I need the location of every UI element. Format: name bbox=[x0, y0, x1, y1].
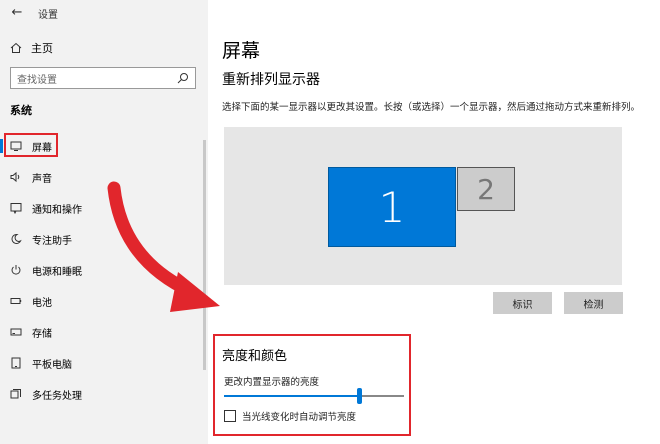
back-arrow-icon[interactable]: ← bbox=[8, 4, 26, 22]
sidebar-item-focus-assist[interactable]: 专注助手 bbox=[0, 228, 206, 250]
sidebar-item-sound[interactable]: 声音 bbox=[0, 166, 206, 188]
sidebar-item-label: 存储 bbox=[32, 328, 52, 340]
sidebar-item-multitasking[interactable]: 多任务处理 bbox=[0, 383, 206, 405]
search-icon[interactable] bbox=[176, 71, 190, 85]
monitor-1[interactable]: 1 bbox=[328, 167, 456, 247]
sidebar-item-label: 声音 bbox=[32, 173, 52, 185]
search-input[interactable] bbox=[11, 70, 171, 91]
identify-button[interactable]: 标识 bbox=[493, 292, 552, 314]
sidebar-item-battery[interactable]: 电池 bbox=[0, 290, 206, 312]
battery-icon bbox=[9, 294, 23, 308]
brightness-slider-thumb[interactable] bbox=[357, 388, 362, 404]
sidebar-item-label: 电池 bbox=[32, 297, 52, 309]
arrange-title: 重新排列显示器 bbox=[222, 72, 320, 88]
sidebar-item-tablet[interactable]: 平板电脑 bbox=[0, 352, 206, 374]
sidebar-item-notifications[interactable]: 通知和操作 bbox=[0, 197, 206, 219]
brightness-slider[interactable] bbox=[224, 388, 404, 404]
sidebar-item-label: 专注助手 bbox=[32, 235, 72, 247]
search-box[interactable] bbox=[10, 67, 196, 91]
page-title: 屏幕 bbox=[222, 40, 261, 62]
power-icon bbox=[9, 263, 23, 277]
active-indicator bbox=[0, 139, 3, 153]
sidebar-item-power-sleep[interactable]: 电源和睡眠 bbox=[0, 259, 206, 281]
arrange-description: 选择下面的某一显示器以更改其设置。长按（或选择）一个显示器，然后通过拖动方式来重… bbox=[222, 102, 641, 113]
sidebar-item-storage[interactable]: 存储 bbox=[0, 321, 206, 343]
home-link[interactable]: 主页 bbox=[10, 40, 53, 56]
sidebar-item-label: 多任务处理 bbox=[32, 390, 82, 402]
auto-brightness-label: 当光线变化时自动调节亮度 bbox=[242, 412, 357, 423]
sidebar-scrollbar[interactable] bbox=[203, 140, 206, 370]
home-label: 主页 bbox=[31, 42, 53, 55]
main-panel: 屏幕 重新排列显示器 选择下面的某一显示器以更改其设置。长按（或选择）一个显示器… bbox=[208, 0, 660, 444]
home-icon bbox=[10, 42, 22, 53]
sidebar-item-label: 平板电脑 bbox=[32, 359, 72, 371]
display-arrangement-area[interactable]: 1 2 bbox=[224, 127, 622, 285]
sidebar: 主页 系统 屏幕 声音 通知和操作 专注助手 bbox=[0, 0, 208, 444]
window-title: 设置 bbox=[38, 10, 58, 21]
brightness-title: 亮度和颜色 bbox=[222, 349, 288, 364]
auto-brightness-option[interactable]: 当光线变化时自动调节亮度 bbox=[224, 409, 356, 423]
brightness-label: 更改内置显示器的亮度 bbox=[224, 377, 320, 388]
auto-brightness-checkbox[interactable] bbox=[224, 410, 236, 422]
notification-icon bbox=[9, 201, 23, 215]
moon-icon bbox=[9, 232, 23, 246]
tablet-icon bbox=[9, 356, 23, 370]
highlight-box-display bbox=[4, 133, 58, 157]
sidebar-item-label: 通知和操作 bbox=[32, 204, 82, 216]
monitor-2[interactable]: 2 bbox=[457, 167, 515, 211]
multitask-icon bbox=[9, 387, 23, 401]
brightness-slider-fill bbox=[224, 395, 359, 397]
detect-button[interactable]: 检测 bbox=[564, 292, 623, 314]
sidebar-item-label: 电源和睡眠 bbox=[32, 266, 82, 278]
storage-icon bbox=[9, 325, 23, 339]
speaker-icon bbox=[9, 170, 23, 184]
section-label-system: 系统 bbox=[10, 104, 32, 117]
